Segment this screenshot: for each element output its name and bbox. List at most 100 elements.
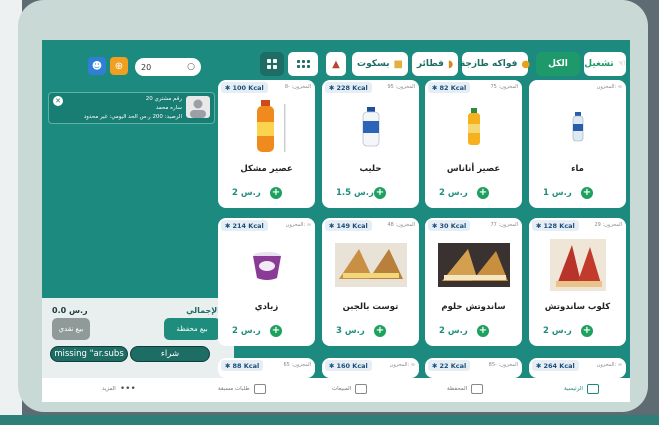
product-card[interactable]: ✱ 82 Kcal المخزون: 75 عصير أناناس 2 ر.س + <box>425 80 522 208</box>
category-pastries[interactable]: فطائر ◗ <box>412 52 458 76</box>
category-all[interactable]: الكل <box>536 52 580 76</box>
product-card[interactable]: ✱ 264 Kcal المخزون: ∞ <box>529 358 626 378</box>
stock-label: المخزون: -8 <box>284 84 311 90</box>
add-to-cart-icon[interactable]: + <box>477 187 489 199</box>
product-name: ساندوتش حلوم <box>441 302 506 312</box>
fire-icon: ✱ <box>536 221 542 230</box>
bottom-nav: الرئيسية المحفظة المبيعات طلبات مسبقة ال… <box>42 378 630 402</box>
product-card[interactable]: ✱ 22 Kcal المخزون: -85 <box>425 358 522 378</box>
run-button[interactable]: تشغيل ☜ <box>584 52 626 76</box>
nav-prepaid[interactable]: طلبات مسبقة <box>218 384 266 394</box>
cash-sale-button[interactable]: بيع نقدي <box>52 318 90 340</box>
kcal-value: 228 Kcal <box>336 83 368 92</box>
search-icon: ○ <box>187 62 195 72</box>
nav-wallet[interactable]: المحفظة <box>447 384 484 394</box>
wallet-icon <box>471 384 484 394</box>
customer-search-input[interactable]: 20 ○ <box>135 58 201 76</box>
scan-search-button[interactable]: ⊕ <box>110 57 128 75</box>
fire-icon: ✱ <box>432 221 438 230</box>
customer-name: ساره محمد <box>155 105 182 111</box>
fire-icon: ✱ <box>329 83 335 92</box>
add-to-cart-icon[interactable]: + <box>581 325 593 337</box>
small-grid-view-button[interactable] <box>288 52 318 76</box>
product-card[interactable]: ✱ 100 Kcal المخزون: -8 عصير مشكل 2 ر.س + <box>218 80 315 208</box>
kcal-badge: ✱ 160 Kcal <box>325 360 372 371</box>
milk-bottle-icon <box>332 98 409 156</box>
product-card[interactable]: ✱ 149 Kcal المخزون: 48 توست بالجبن 3 ر.س … <box>322 218 419 346</box>
stock-label: المخزون: 48 <box>387 222 415 228</box>
product-name: عصير مشكل <box>240 164 293 174</box>
mixed-juice-icon <box>228 98 305 156</box>
product-card[interactable]: ✱ 214 Kcal المخزون: ∞ زبادي 2 ر.س + <box>218 218 315 346</box>
more-dots-icon: ••• <box>119 384 136 394</box>
product-price: 2 ر.س <box>543 326 572 336</box>
run-label: تشغيل <box>584 59 614 69</box>
customer-card: ✕ رقم مشتري 20 ساره محمد الرصيد: 200 ر.س… <box>48 92 215 124</box>
biscuit-icon: ■ <box>393 58 403 70</box>
cart-icon <box>253 384 266 394</box>
background-strip-bottom <box>0 415 659 425</box>
product-card[interactable]: ✱ 128 Kcal المخزون: 29 كلوب ساندوتش 2 ر.س… <box>529 218 626 346</box>
product-card[interactable]: ✱ 30 Kcal المخزون: 77 ساندوتش حلوم 2 ر.س … <box>425 218 522 346</box>
large-grid-view-button[interactable] <box>260 52 284 76</box>
add-to-cart-icon[interactable]: + <box>374 325 386 337</box>
category-biscuits-label: بسكوت <box>357 59 390 69</box>
kcal-badge: ✱ 22 Kcal <box>428 360 471 371</box>
customer-balance: الرصيد: 200 ر.س الحد اليومي: غير محدود <box>83 114 182 120</box>
add-to-cart-icon[interactable]: + <box>477 325 489 337</box>
kcal-value: 22 Kcal <box>439 361 467 370</box>
subscription-button[interactable]: missing "ar.subs <box>50 346 128 362</box>
product-card[interactable]: ✱ 88 Kcal المخزون: 65 <box>218 358 315 378</box>
nav-sales[interactable]: المبيعات <box>332 384 368 394</box>
club-sandwich-icon <box>539 236 616 294</box>
nav-prepaid-label: طلبات مسبقة <box>218 386 250 392</box>
add-to-cart-icon[interactable]: + <box>581 187 593 199</box>
fire-icon: ✱ <box>329 221 335 230</box>
stock-label: المخزون: ∞ <box>389 362 415 368</box>
nav-wallet-label: المحفظة <box>447 386 468 392</box>
product-card[interactable]: ✱ 160 Kcal المخزون: ∞ <box>322 358 419 378</box>
product-card[interactable]: ✱ 228 Kcal المخزون: 95 حليب 1.5 ر.س + <box>322 80 419 208</box>
nav-more[interactable]: المزيد ••• <box>102 384 136 394</box>
kcal-badge: ✱ 214 Kcal <box>221 220 268 231</box>
user-button[interactable]: ☻ <box>88 57 106 75</box>
kcal-badge: ✱ 100 Kcal <box>221 82 268 93</box>
product-price: 2 ر.س <box>232 326 261 336</box>
wallet-sale-button[interactable]: بيع محفظة <box>164 318 220 340</box>
fire-icon: ✱ <box>536 361 542 370</box>
kcal-badge: ✱ 82 Kcal <box>428 82 471 93</box>
product-price: 2 ر.س <box>439 188 468 198</box>
close-icon[interactable]: ✕ <box>53 96 63 106</box>
pastry-icon: ◗ <box>447 58 454 70</box>
add-to-cart-icon[interactable]: + <box>270 325 282 337</box>
nav-home-label: الرئيسية <box>564 386 583 392</box>
buy-button[interactable]: شراء <box>130 346 210 362</box>
customer-number: رقم مشتري 20 <box>145 96 182 102</box>
total-label: الإجمالي <box>186 306 220 315</box>
kcal-value: 264 Kcal <box>543 361 575 370</box>
receipt-icon <box>355 384 368 394</box>
tablet-frame: تشغيل ☜ الكل فواكه طازجة ● فطائر ◗ بسكوت… <box>18 0 648 412</box>
add-to-cart-icon[interactable]: + <box>270 187 282 199</box>
cheese-toast-icon <box>332 236 409 294</box>
category-biscuits[interactable]: بسكوت ■ <box>352 52 408 76</box>
stock-label: المخزون: -85 <box>488 362 518 368</box>
category-all-label: الكل <box>548 59 568 69</box>
add-to-cart-icon[interactable]: + <box>374 187 386 199</box>
category-fresh-fruit[interactable]: فواكه طازجة ● <box>460 52 530 76</box>
stock-label: المخزون: ∞ <box>596 84 622 90</box>
product-name: توست بالجبن <box>342 302 399 312</box>
fire-icon: ✱ <box>225 83 231 92</box>
stock-label: المخزون: 95 <box>387 84 415 90</box>
kcal-value: 30 Kcal <box>439 221 467 230</box>
kcal-value: 149 Kcal <box>336 221 368 230</box>
cake-category-button[interactable]: ▲ <box>326 52 346 76</box>
nav-home[interactable]: الرئيسية <box>564 384 599 394</box>
category-pastries-label: فطائر <box>416 59 444 69</box>
product-card[interactable]: المخزون: ∞ ماء 1 ر.س + <box>529 80 626 208</box>
kcal-value: 128 Kcal <box>543 221 575 230</box>
checkout-panel: الإجمالي 0.0 ر.س بيع محفظة بيع نقدي miss… <box>42 298 234 378</box>
product-name: كلوب ساندوتش <box>544 302 611 312</box>
product-name: عصير أناناس <box>446 164 501 174</box>
total-value: 0.0 ر.س <box>52 306 88 315</box>
